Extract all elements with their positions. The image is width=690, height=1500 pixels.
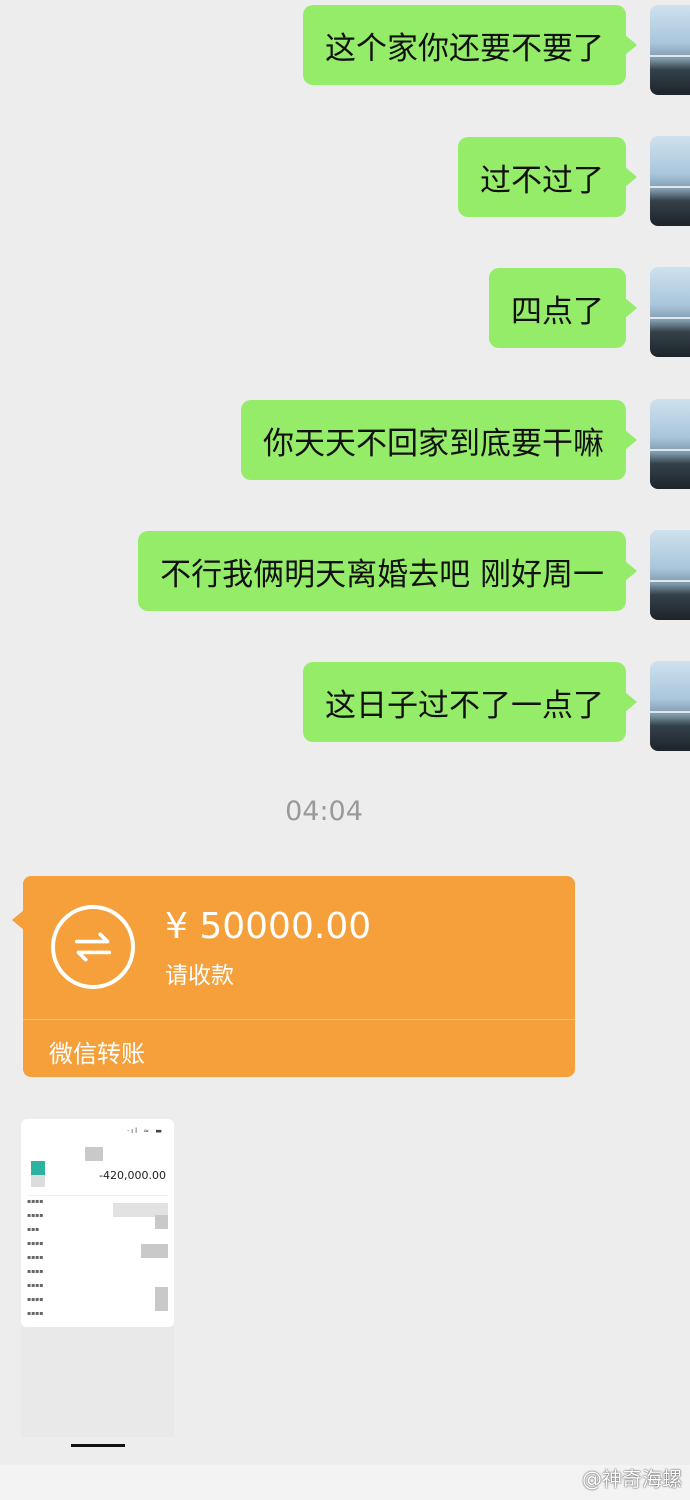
transfer-arrows-icon (51, 905, 135, 989)
chat-screen: { "messages": [ {"text": "这个家你还要不要了"}, {… (0, 0, 690, 1500)
detail-row: ▪▪▪▪ (27, 1240, 44, 1247)
message-bubble[interactable]: 这日子过不了一点了 (303, 662, 637, 742)
timestamp: 04:04 (285, 796, 363, 827)
detail-row: ▪▪▪▪ (27, 1268, 44, 1275)
detail-row: ▪▪▪▪ (27, 1254, 44, 1261)
detail-row: ▪▪▪▪ (27, 1282, 44, 1289)
message-row: 这日子过不了一点了 (303, 662, 637, 742)
message-bubble[interactable]: 四点了 (489, 268, 637, 348)
detail-row: ▪▪▪▪ (27, 1296, 44, 1303)
detail-row: ▪▪▪▪ (27, 1212, 44, 1219)
image-message[interactable]: ·ıl ≈ ▬ -420,000.00 ▪▪▪▪ ▪▪▪▪ ▪▪▪ ▪▪▪▪ ▪… (21, 1119, 174, 1327)
blurred-area (85, 1147, 103, 1161)
transfer-note: 请收款 (165, 963, 234, 989)
message-bubble[interactable]: 这个家你还要不要了 (303, 5, 637, 85)
avatar[interactable] (650, 267, 690, 357)
message-row: 四点了 (489, 268, 637, 348)
message-bubble[interactable]: 过不过了 (458, 137, 637, 217)
avatar[interactable] (650, 399, 690, 489)
transfer-label: 微信转账 (49, 1040, 145, 1068)
avatar[interactable] (650, 5, 690, 95)
image-message-shadow (21, 1327, 174, 1437)
message-row: 你天天不回家到底要干嘛 (241, 400, 637, 480)
blurred-area (31, 1175, 45, 1187)
avatar[interactable] (650, 530, 690, 620)
avatar[interactable] (650, 136, 690, 226)
status-icons: ·ıl ≈ ▬ (126, 1127, 164, 1135)
message-bubble[interactable]: 不行我俩明天离婚去吧 刚好周一 (138, 531, 637, 611)
message-row: 过不过了 (458, 137, 637, 217)
home-indicator (71, 1444, 125, 1447)
message-row: 这个家你还要不要了 (303, 5, 637, 85)
avatar[interactable] (650, 661, 690, 751)
blurred-area (155, 1287, 168, 1311)
detail-row: ▪▪▪▪ (27, 1310, 44, 1317)
transfer-divider (23, 1019, 575, 1020)
message-row: 不行我俩明天离婚去吧 刚好周一 (138, 531, 637, 611)
screenshot-amount: -420,000.00 (99, 1169, 166, 1182)
transfer-card[interactable]: ¥ 50000.00 请收款 微信转账 (12, 876, 575, 1077)
blurred-area (141, 1244, 168, 1258)
blurred-area (155, 1215, 168, 1229)
watermark: @神奇海螺 (582, 1467, 682, 1491)
avatar (31, 1161, 45, 1175)
message-bubble[interactable]: 你天天不回家到底要干嘛 (241, 400, 637, 480)
detail-row: ▪▪▪ (27, 1226, 40, 1233)
detail-row: ▪▪▪▪ (27, 1198, 44, 1205)
transfer-amount: ¥ 50000.00 (165, 906, 372, 947)
